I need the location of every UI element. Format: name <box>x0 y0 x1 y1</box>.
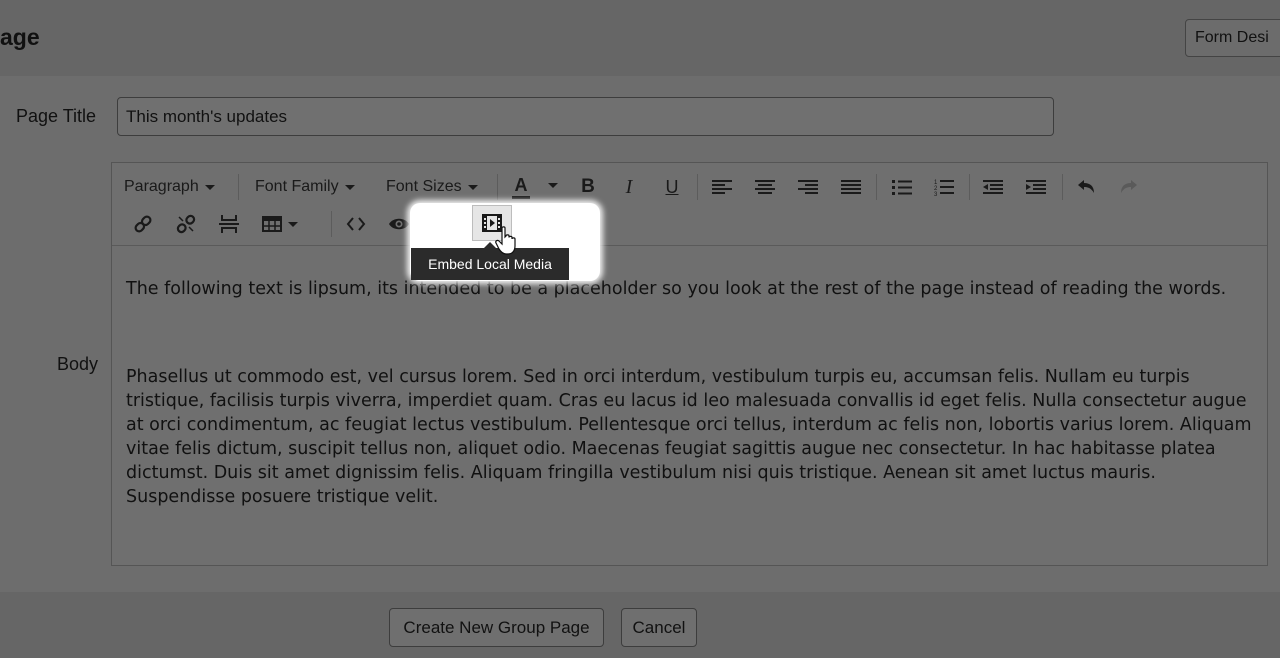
toolbar-separator <box>876 174 877 200</box>
indent-icon <box>1026 180 1046 194</box>
bold-icon: B <box>581 176 595 197</box>
font-sizes-select-label: Font Sizes <box>386 178 462 195</box>
cancel-button[interactable]: Cancel <box>621 608 697 647</box>
redo-icon <box>1121 180 1137 193</box>
remove-link-button[interactable] <box>175 213 197 235</box>
body-paragraph: The following text is lipsum, its intend… <box>126 279 1227 299</box>
font-sizes-select[interactable]: Font Sizes <box>386 175 478 199</box>
bullet-list-button[interactable] <box>891 177 913 197</box>
format-select[interactable]: Paragraph <box>124 175 215 199</box>
redo-button[interactable] <box>1118 176 1140 198</box>
svg-text:3: 3 <box>934 192 938 196</box>
table-icon <box>262 216 282 232</box>
align-center-icon <box>755 180 775 194</box>
toolbar-separator <box>331 211 332 237</box>
undo-icon <box>1078 180 1094 193</box>
chevron-down-icon <box>548 182 558 188</box>
unlink-icon <box>176 214 196 234</box>
toolbar-separator <box>1062 174 1063 200</box>
indent-button[interactable] <box>1025 177 1047 197</box>
align-right-button[interactable] <box>797 177 819 197</box>
outdent-button[interactable] <box>982 177 1004 197</box>
undo-button[interactable] <box>1075 176 1097 198</box>
empty-line <box>126 325 1256 365</box>
preview-button[interactable] <box>388 213 410 235</box>
create-new-group-page-button[interactable]: Create New Group Page <box>389 608 604 647</box>
page-break-icon <box>219 215 239 233</box>
italic-button[interactable]: I <box>619 175 639 199</box>
hand-cursor-icon <box>495 226 516 255</box>
text-color-icon: A <box>514 174 528 195</box>
table-button[interactable] <box>259 214 301 234</box>
bold-button[interactable]: B <box>578 175 598 199</box>
empty-line <box>126 301 1256 325</box>
font-family-select[interactable]: Font Family <box>255 175 355 199</box>
underline-icon: U <box>665 176 679 197</box>
numbered-list-icon: 123 <box>934 180 954 196</box>
chevron-down-icon <box>288 221 298 227</box>
font-family-select-label: Font Family <box>255 178 339 195</box>
source-code-button[interactable] <box>345 213 367 235</box>
form-designer-button[interactable]: Form Desi <box>1185 19 1280 57</box>
page-title-label: Page Title <box>16 106 97 126</box>
chevron-down-icon <box>344 184 355 190</box>
toolbar-separator <box>969 174 970 200</box>
align-right-icon <box>798 180 818 194</box>
editor-content[interactable]: The following text is lipsum, its intend… <box>126 277 1256 509</box>
underline-button[interactable]: U <box>662 175 682 199</box>
align-justify-icon <box>841 180 861 194</box>
page-heading: age <box>0 24 40 50</box>
chevron-down-icon <box>467 184 478 190</box>
page-header: age Form Desi <box>0 0 1280 76</box>
align-left-icon <box>712 180 732 194</box>
numbered-list-button[interactable]: 123 <box>933 176 955 198</box>
tooltip: Embed Local Media <box>411 248 569 280</box>
align-left-button[interactable] <box>711 177 733 197</box>
page-break-button[interactable] <box>218 213 240 235</box>
insert-link-button[interactable] <box>132 213 154 235</box>
toolbar-separator <box>238 174 239 200</box>
outdent-icon <box>983 180 1003 194</box>
toolbar-separator <box>697 174 698 200</box>
text-color-swatch <box>512 195 530 199</box>
italic-icon: I <box>625 175 633 198</box>
text-color-dropdown[interactable] <box>547 179 559 191</box>
bullet-list-icon <box>892 180 912 195</box>
source-code-icon <box>346 217 366 231</box>
format-select-label: Paragraph <box>124 178 199 195</box>
page-title-input[interactable]: This month's updates <box>117 97 1054 136</box>
preview-icon <box>389 218 409 230</box>
rich-text-editor: Paragraph Font Family Font Sizes A B I U <box>111 162 1268 566</box>
body-label: Body <box>57 354 99 374</box>
align-center-button[interactable] <box>754 177 776 197</box>
editor-toolbar: Paragraph Font Family Font Sizes A B I U <box>112 163 1267 246</box>
toolbar-separator <box>497 174 498 200</box>
chevron-down-icon <box>204 184 215 190</box>
link-icon <box>134 215 152 233</box>
align-justify-button[interactable] <box>840 177 862 197</box>
text-color-button[interactable]: A <box>510 173 532 201</box>
body-paragraph: Phasellus ut commodo est, vel cursus lor… <box>126 367 1252 507</box>
